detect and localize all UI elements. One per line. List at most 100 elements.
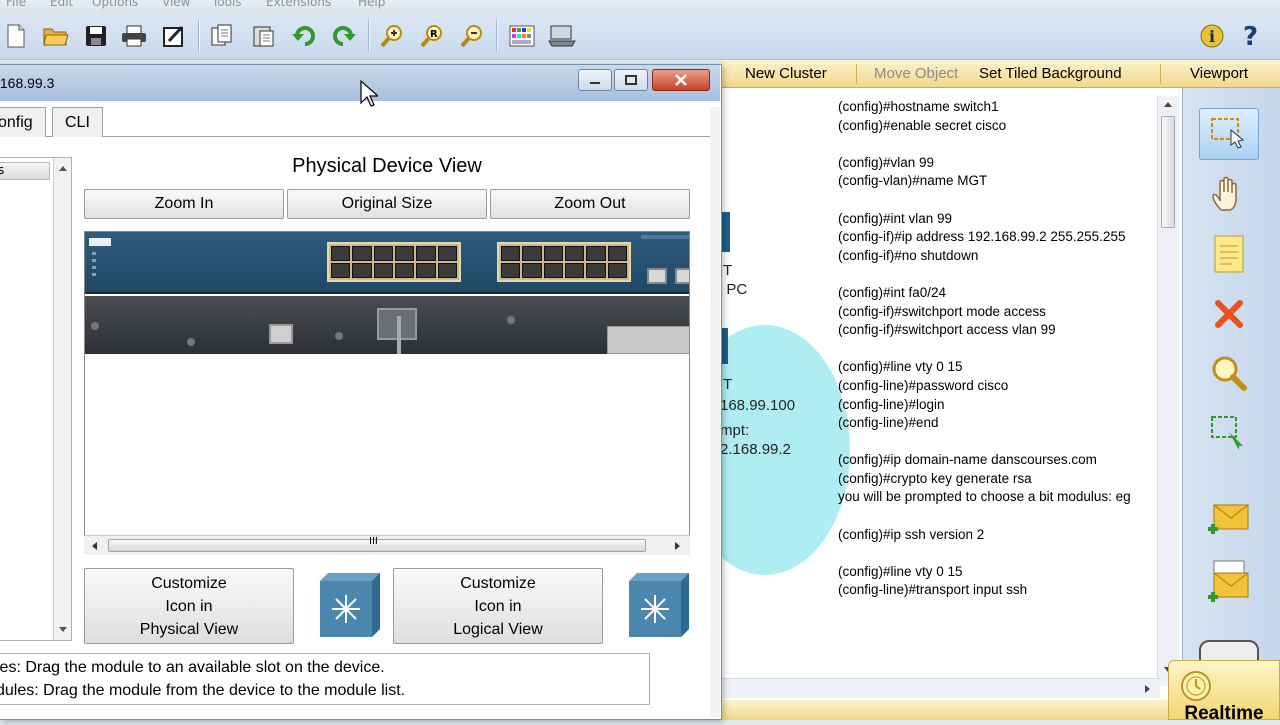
menu-edit[interactable]: Edit: [50, 0, 73, 9]
resize-shape-tool[interactable]: [1199, 408, 1259, 460]
add-simple-pdu-tool[interactable]: [1199, 493, 1259, 545]
customize-physical-icon-button[interactable]: Customize Icon in Physical View: [84, 568, 294, 644]
ip-address-fragment: 168.99.100: [720, 397, 796, 414]
redo-icon[interactable]: [330, 22, 358, 50]
palette-icon[interactable]: [508, 22, 536, 50]
new-file-icon[interactable]: [2, 22, 30, 50]
menu-bar: File Edit Options View Tools Extensions …: [0, 0, 1280, 14]
menu-help[interactable]: Help: [358, 0, 385, 9]
physical-device-area[interactable]: [84, 231, 690, 555]
delete-icon: [1215, 300, 1243, 328]
custom-device-icon[interactable]: [548, 22, 576, 50]
fastethernet-ports-13-24[interactable]: [497, 242, 631, 282]
model-label: [641, 235, 689, 239]
screw-icon: [507, 316, 515, 324]
close-button[interactable]: [652, 69, 710, 91]
hand-icon: [1212, 176, 1237, 211]
cli-line: (config-if)#no shutdown: [838, 247, 979, 263]
inspect-tool[interactable]: [1199, 348, 1259, 400]
place-note-tool[interactable]: [1199, 228, 1259, 280]
scroll-down-icon[interactable]: [58, 626, 68, 634]
scroll-thumb[interactable]: [1161, 116, 1175, 228]
save-icon[interactable]: [82, 22, 110, 50]
cli-blank-line: [838, 544, 1158, 563]
cli-blank-line: [838, 265, 1158, 284]
zoom-out-button[interactable]: Zoom Out: [490, 189, 690, 219]
original-size-button[interactable]: Original Size: [287, 189, 487, 219]
module-list-scrollbar[interactable]: [53, 158, 71, 640]
physical-device-view-title: Physical Device View: [292, 155, 482, 177]
customize-logical-icon-button[interactable]: Customize Icon in Logical View: [393, 568, 603, 644]
tab-config[interactable]: onfig: [0, 107, 46, 137]
maximize-button[interactable]: [614, 69, 648, 91]
device-label-fragment: T: [723, 262, 733, 279]
cli-line: (config)#int vlan 99: [838, 210, 953, 226]
close-icon: [675, 74, 687, 86]
screw-icon: [91, 322, 99, 330]
gigabit-port-1[interactable]: [647, 268, 667, 284]
menu-options[interactable]: Options: [92, 0, 138, 9]
move-object-button[interactable]: Move Object: [874, 65, 958, 82]
zoom-in-button[interactable]: Zoom In: [84, 189, 284, 219]
minimize-button[interactable]: [578, 69, 612, 91]
move-layout-tool[interactable]: [1199, 168, 1259, 220]
undo-icon[interactable]: [290, 22, 318, 50]
switch-icon: [320, 573, 380, 637]
cli-line: (config-if)#ip address 192.168.99.2 255.…: [838, 229, 1126, 245]
info-icon[interactable]: i: [1198, 22, 1226, 50]
scroll-up-icon[interactable]: [58, 164, 68, 172]
workspace-horizontal-scrollbar[interactable]: [720, 678, 1160, 698]
bottom-bar: [720, 700, 1168, 720]
open-folder-icon[interactable]: [42, 22, 70, 50]
new-cluster-button[interactable]: New Cluster: [745, 65, 827, 82]
note-icon: [1214, 235, 1244, 273]
zoom-in-icon[interactable]: [378, 22, 406, 50]
gigabit-port-2[interactable]: [675, 268, 689, 284]
scroll-left-icon[interactable]: [90, 541, 98, 551]
help-icon[interactable]: ?: [1238, 22, 1266, 50]
print-icon[interactable]: [120, 22, 148, 50]
module-help-text: les: Drag the module to an available slo…: [0, 653, 650, 705]
cli-notes-panel: (config)#hostname switch1 (config)#enable…: [838, 98, 1158, 638]
console-port[interactable]: [269, 324, 293, 344]
cli-line: (config)#hostname switch1: [838, 99, 999, 114]
add-complex-pdu-tool[interactable]: [1199, 556, 1259, 608]
activity-wizard-icon[interactable]: [160, 22, 188, 50]
fastethernet-ports-1-12[interactable]: [327, 242, 461, 282]
cli-blank-line: [838, 433, 1158, 452]
device-type-fragment: : PC: [718, 281, 748, 298]
menu-file[interactable]: File: [6, 0, 26, 9]
scroll-thumb[interactable]: III: [108, 536, 646, 552]
realtime-mode-tab[interactable]: Realtime: [1168, 660, 1280, 724]
menu-tools[interactable]: Tools: [212, 0, 242, 9]
select-tool[interactable]: [1199, 108, 1259, 160]
cli-line: (config-line)#transport input ssh: [838, 582, 1028, 598]
cli-blank-line: [838, 135, 1158, 154]
menu-view[interactable]: View: [162, 0, 190, 9]
workspace-bar: New Cluster Move Object Set Tiled Backgr…: [720, 60, 1280, 88]
zoom-reset-icon[interactable]: R: [418, 22, 446, 50]
tool-palette: [1182, 88, 1280, 720]
workspace-vertical-scrollbar[interactable]: [1157, 96, 1179, 686]
prompt-fragment: mpt:: [720, 422, 750, 439]
device-dialog: .168.99.3 onfig CLI s Physical Device Vi…: [0, 64, 722, 720]
set-tiled-background-button[interactable]: Set Tiled Background: [979, 65, 1122, 82]
cli-line: (config-if)#switchport mode access: [838, 303, 1046, 319]
scroll-up-icon[interactable]: [1163, 100, 1173, 108]
tab-cli[interactable]: CLI: [52, 107, 103, 137]
scroll-right-icon[interactable]: [1144, 684, 1152, 694]
svg-text:i: i: [1209, 27, 1215, 46]
dialog-scrollbar[interactable]: [710, 107, 720, 717]
cli-blank-line: [838, 191, 1158, 210]
module-list-header[interactable]: s: [0, 162, 50, 180]
copy-icon[interactable]: [208, 22, 236, 50]
module-list[interactable]: s: [0, 157, 72, 641]
menu-extensions[interactable]: Extensions: [266, 0, 331, 9]
scroll-right-icon[interactable]: [674, 541, 682, 551]
paste-icon[interactable]: [250, 22, 278, 50]
device-view-horizontal-scrollbar[interactable]: III: [84, 535, 690, 555]
svg-text:?: ?: [1243, 22, 1258, 50]
zoom-out-icon[interactable]: [458, 22, 486, 50]
delete-tool[interactable]: [1199, 288, 1259, 340]
viewport-button[interactable]: Viewport: [1190, 65, 1248, 82]
